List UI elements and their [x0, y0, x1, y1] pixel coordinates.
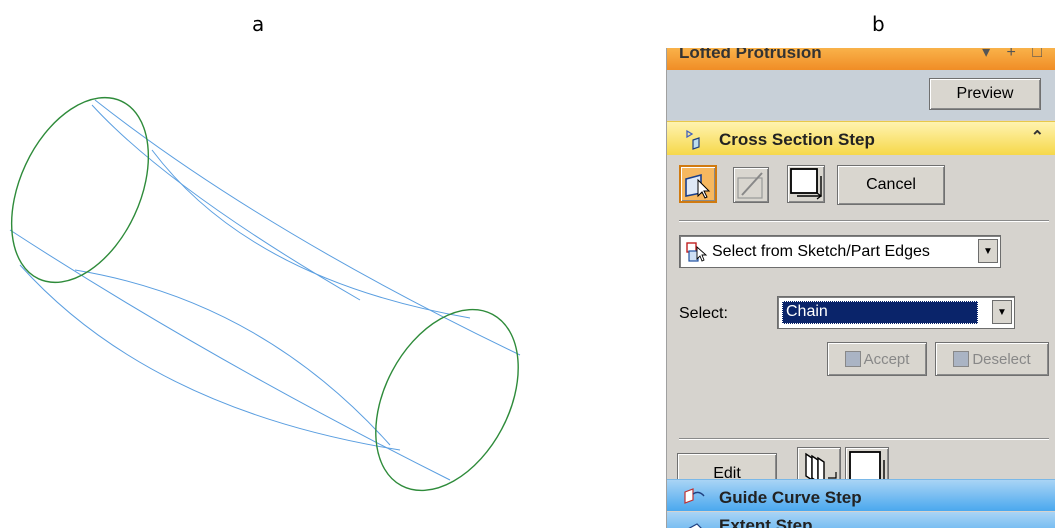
deselect-label: Deselect — [972, 350, 1031, 368]
panel-title-bar: Lofted Protrusion ▾ + □ — [667, 48, 1055, 70]
figure-label-a: a — [252, 12, 265, 36]
loft-curve-mid — [74, 269, 391, 446]
loft-section-icon — [686, 129, 700, 150]
collapse-icon[interactable]: ⌃ — [1031, 127, 1044, 147]
loft-curve-left — [9, 229, 451, 481]
section-ellipse-right — [375, 308, 519, 492]
plane-icon — [790, 168, 822, 200]
loft-curve-top — [94, 99, 521, 356]
select-label: Select: — [679, 305, 728, 322]
cancel-button[interactable]: Cancel — [837, 165, 945, 205]
accept-button[interactable]: Accept — [827, 342, 927, 376]
extent-icon — [688, 523, 702, 528]
cross-section-step-title: Cross Section Step — [719, 130, 875, 149]
cross-section-step-body: Cancel Select from Sketch/Part Edges ▼ S… — [667, 155, 1055, 495]
select-mode-dropdown[interactable]: Select from Sketch/Part Edges ▼ — [679, 235, 1001, 268]
select-cursor-button[interactable] — [679, 165, 717, 203]
select-type-value: Chain — [786, 303, 828, 320]
lofted-protrusion-panel: Lofted Protrusion ▾ + □ Preview Cross Se… — [666, 48, 1055, 528]
sketch-pencil-icon — [737, 172, 763, 199]
guide-curve-icon — [684, 488, 705, 504]
sketch-button[interactable] — [733, 167, 769, 203]
cross-section-step-header[interactable]: Cross Section Step ⌃ — [667, 121, 1055, 155]
chevron-down-icon[interactable]: ▼ — [992, 300, 1012, 324]
extent-step-header[interactable]: Extent Step — [667, 512, 1055, 528]
loft-curve-bottom — [19, 264, 401, 451]
section-ellipse-left — [10, 96, 150, 284]
checkmark-icon — [844, 351, 861, 367]
figure-label-b: b — [872, 12, 885, 36]
lofted-wireframe — [9, 96, 521, 492]
extent-step-title: Extent Step — [719, 516, 813, 528]
select-type-dropdown[interactable]: Chain ▼ — [777, 296, 1015, 329]
guide-curve-step-title: Guide Curve Step — [719, 488, 862, 507]
preview-button[interactable]: Preview — [929, 78, 1041, 110]
plane-button[interactable] — [787, 165, 825, 203]
deselect-button[interactable]: Deselect — [935, 342, 1049, 376]
select-mode-value: Select from Sketch/Part Edges — [712, 243, 930, 260]
divider — [679, 220, 1049, 222]
select-cursor-icon — [685, 173, 711, 199]
chevron-down-icon[interactable]: ▼ — [978, 239, 998, 263]
x-icon — [953, 351, 970, 367]
panel-title-controls[interactable]: ▾ + □ — [982, 48, 1048, 62]
divider — [679, 438, 1049, 440]
panel-title: Lofted Protrusion — [679, 48, 822, 62]
loft-curve-top-outer — [91, 104, 361, 301]
guide-curve-step-header[interactable]: Guide Curve Step — [667, 479, 1055, 511]
select-edges-icon — [686, 242, 708, 262]
accept-label: Accept — [863, 350, 910, 368]
